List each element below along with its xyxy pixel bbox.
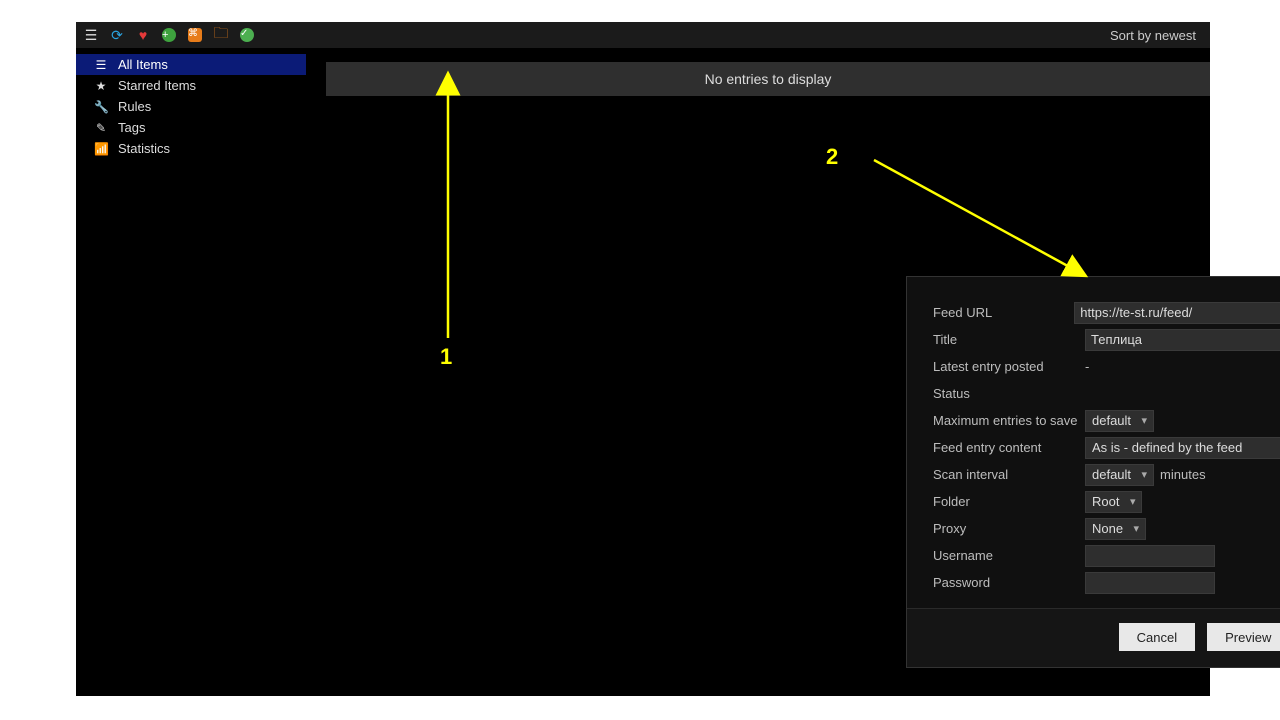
rss-icon[interactable]: ⌘ [186, 26, 204, 44]
label-scan-interval: Scan interval [933, 467, 1085, 482]
refresh-icon[interactable]: ⟳ [108, 26, 126, 44]
main-area: No entries to display Feed URL Load Titl… [306, 48, 1210, 696]
label-latest-entry: Latest entry posted [933, 359, 1085, 374]
sidebar-item-starred[interactable]: ★ Starred Items [76, 75, 306, 96]
proxy-select[interactable]: None [1085, 518, 1146, 540]
sidebar-item-label: Tags [118, 120, 145, 135]
wrench-icon: 🔧 [94, 100, 108, 114]
label-folder: Folder [933, 494, 1085, 509]
sidebar-item-rules[interactable]: 🔧 Rules [76, 96, 306, 117]
label-max-entries: Maximum entries to save [933, 413, 1085, 428]
add-feed-icon[interactable]: + [160, 26, 178, 44]
annotation-label-2: 2 [826, 144, 838, 170]
cancel-button[interactable]: Cancel [1119, 623, 1195, 651]
sort-dropdown[interactable]: Sort by newest [1110, 28, 1204, 43]
sidebar-item-label: Rules [118, 99, 151, 114]
preview-button[interactable]: Preview [1207, 623, 1280, 651]
stats-icon: 📶 [94, 142, 108, 156]
sidebar-item-label: All Items [118, 57, 168, 72]
value-latest-entry: - [1085, 359, 1280, 374]
label-proxy: Proxy [933, 521, 1085, 536]
label-minutes: minutes [1160, 467, 1206, 482]
username-input[interactable] [1085, 545, 1215, 567]
max-entries-select[interactable]: default [1085, 410, 1154, 432]
heart-icon[interactable]: ♥ [134, 26, 152, 44]
scan-interval-select[interactable]: default [1085, 464, 1154, 486]
sidebar: ☰ All Items ★ Starred Items 🔧 Rules ✎ Ta… [76, 48, 306, 696]
feed-url-input[interactable] [1074, 302, 1280, 324]
sidebar-item-tags[interactable]: ✎ Tags [76, 117, 306, 138]
label-title: Title [933, 332, 1085, 347]
feed-content-select[interactable]: As is - defined by the feed [1085, 437, 1280, 459]
toolbar: ☰ ⟳ ♥ + ⌘ 🗀 ✓ Sort by newest [76, 22, 1210, 48]
add-folder-icon[interactable]: 🗀 [212, 26, 230, 44]
menu-icon[interactable]: ☰ [82, 26, 100, 44]
feed-dialog: Feed URL Load Title Latest entry pos [906, 276, 1280, 668]
label-status: Status [933, 386, 1085, 401]
title-input[interactable] [1085, 329, 1280, 351]
label-username: Username [933, 548, 1085, 563]
empty-message: No entries to display [326, 62, 1210, 96]
label-feed-url: Feed URL [933, 305, 1074, 320]
tag-icon: ✎ [94, 121, 108, 135]
label-password: Password [933, 575, 1085, 590]
password-input[interactable] [1085, 572, 1215, 594]
sidebar-item-statistics[interactable]: 📶 Statistics [76, 138, 306, 159]
star-icon: ★ [94, 79, 108, 93]
annotation-label-1: 1 [440, 344, 452, 370]
folder-select[interactable]: Root [1085, 491, 1142, 513]
app-window: ☰ ⟳ ♥ + ⌘ 🗀 ✓ Sort by newest ☰ All Items… [76, 22, 1210, 696]
list-icon: ☰ [94, 58, 108, 72]
sidebar-item-label: Statistics [118, 141, 170, 156]
sidebar-item-all-items[interactable]: ☰ All Items [76, 54, 306, 75]
label-feed-content: Feed entry content [933, 440, 1085, 455]
sidebar-item-label: Starred Items [118, 78, 196, 93]
check-icon[interactable]: ✓ [238, 26, 256, 44]
